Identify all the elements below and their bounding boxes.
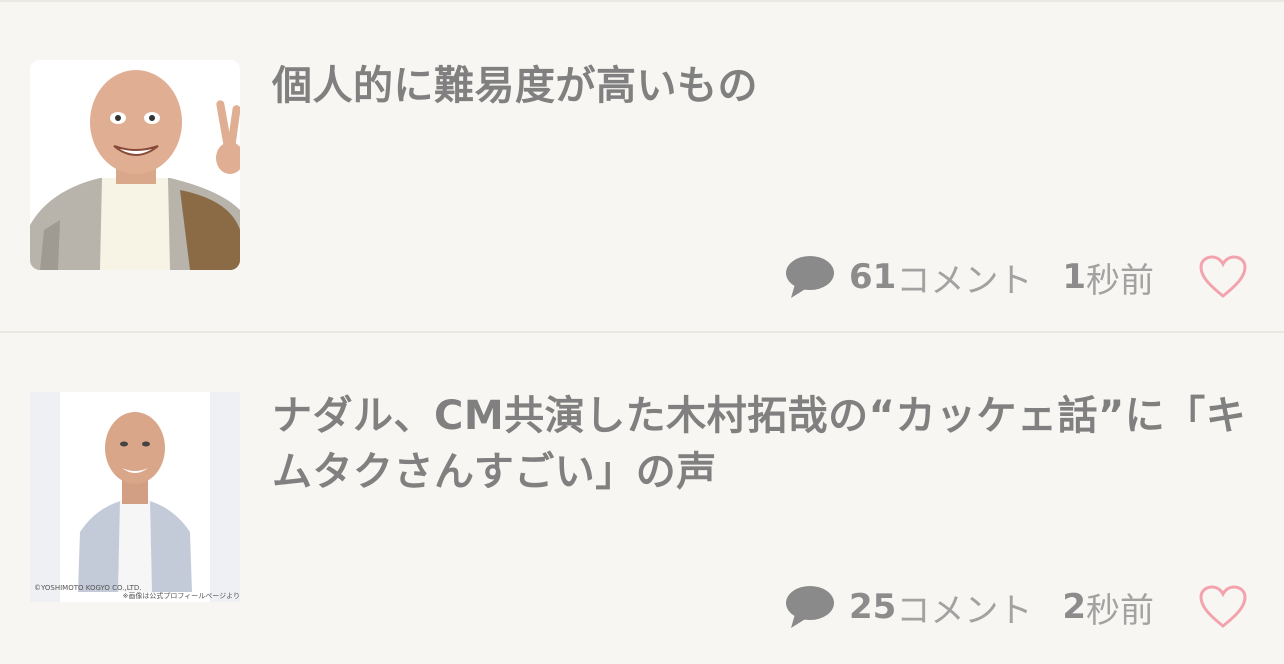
photo-credit-copyright: ©YOSHIMOTO KOGYO CO.,LTD. [34,584,142,592]
photo-credit-source: ※画像は公式プロフィールページより [122,592,240,600]
time-ago-value: 1 [1062,257,1086,297]
article-thumbnail[interactable] [30,60,240,270]
comment-bubble-icon [786,586,834,628]
time-ago-value: 2 [1062,587,1086,627]
article-item[interactable]: ©YOSHIMOTO KOGYO CO.,LTD. ※画像は公式プロフィールペー… [0,334,1284,664]
article-meta: 25 コメント 2 秒前 [785,582,1248,632]
heart-outline-icon[interactable] [1198,254,1248,300]
person-photo-icon [30,60,240,270]
comment-bubble-icon [786,256,834,298]
heart-outline-icon[interactable] [1198,584,1248,630]
article-thumbnail[interactable]: ©YOSHIMOTO KOGYO CO.,LTD. ※画像は公式プロフィールペー… [30,392,240,602]
article-title[interactable]: ナダル、CM共演した木村拓哉の“カッケェ話”に「キムタクさんすごい」の声 [272,388,1262,500]
photo-credit: ©YOSHIMOTO KOGYO CO.,LTD. ※画像は公式プロフィールペー… [34,584,240,600]
comment-label: コメント [896,260,1033,301]
comment-count: 25 [849,587,897,627]
article-item[interactable]: 個人的に難易度が高いもの 61 コメント 1 秒前 [0,2,1284,332]
person-photo-icon [30,392,240,602]
article-feed: 個人的に難易度が高いもの 61 コメント 1 秒前 ©YOSHIMOTO KOG… [0,0,1284,664]
time-ago-label: 秒前 [1086,260,1154,301]
article-meta: 61 コメント 1 秒前 [785,252,1248,302]
comment-label: コメント [896,590,1033,631]
comment-count: 61 [849,257,897,297]
article-title[interactable]: 個人的に難易度が高いもの [272,58,1262,114]
article-divider [0,331,1284,333]
time-ago-label: 秒前 [1086,590,1154,631]
